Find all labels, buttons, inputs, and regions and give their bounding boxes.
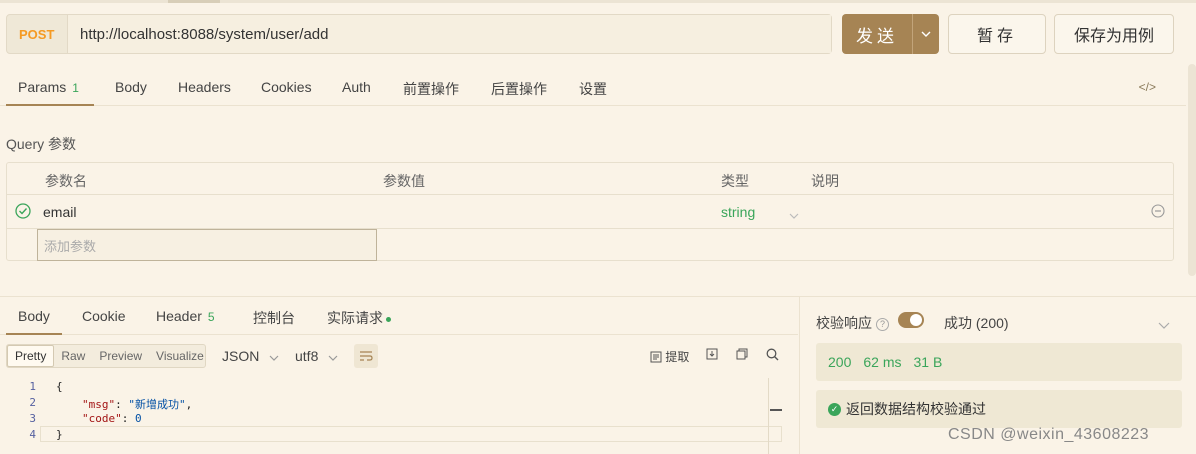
scrollbar[interactable] [1188,64,1196,276]
format-visualize[interactable]: Visualize [149,345,211,367]
code-line: "msg": "新增成功", [82,398,193,411]
code-line: { [56,380,63,393]
search-icon[interactable] [766,348,779,364]
send-button-label[interactable]: 发送 [842,14,912,54]
tab-response-header[interactable]: Header 5 [156,308,215,324]
tab-actual-request[interactable]: 实际请求 [327,308,391,328]
code-icon[interactable]: </> [1139,80,1156,94]
chevron-down-icon[interactable] [789,206,799,222]
line-number: 4 [29,428,36,441]
save-as-case-button[interactable]: 保存为用例 [1054,14,1174,54]
response-stats: 200 62 ms 31 B [816,343,1182,381]
download-icon[interactable] [706,348,718,363]
lang-select[interactable]: JSON [222,348,279,364]
code-line: } [56,428,63,441]
wrap-lines-icon[interactable] [354,344,378,368]
add-param-input[interactable]: 添加参数 [37,229,377,261]
table-row: email string [7,195,1173,229]
query-params-table: 参数名 参数值 类型 说明 email string 添加参数 [6,162,1174,261]
format-preview[interactable]: Preview [92,345,149,367]
url-bar: POST http://localhost:8088/system/user/a… [6,14,832,54]
active-tab-indicator [6,333,62,335]
top-strip [0,0,1196,3]
save-draft-button[interactable]: 暂存 [948,14,1046,54]
enabled-check-icon[interactable] [15,203,31,222]
format-pretty[interactable]: Pretty [7,345,55,367]
check-circle-icon: ✓ [828,402,841,416]
active-tab-indicator [6,104,94,106]
line-number: 2 [29,396,36,409]
help-icon[interactable]: ? [876,317,889,331]
panel-divider[interactable] [799,296,800,454]
format-switcher: Pretty Raw Preview Visualize [6,344,206,368]
col-param-value: 参数值 [383,173,425,189]
verify-status-select[interactable]: 成功 (200) [944,313,1009,333]
params-count-badge: 1 [72,81,79,95]
verify-toggle[interactable] [898,312,924,328]
status-code: 200 [828,354,852,370]
encoding-select[interactable]: utf8 [295,348,338,364]
status-dot [386,316,391,322]
tab-auth[interactable]: Auth [342,79,371,95]
col-type: 类型 [721,173,749,189]
tab-settings[interactable]: 设置 [579,79,607,99]
tab-console[interactable]: 控制台 [253,308,295,328]
response-size: 31 B [913,354,943,370]
param-name-cell[interactable]: email [43,204,76,220]
tab-body[interactable]: Body [115,79,147,95]
url-input[interactable]: http://localhost:8088/system/user/add [67,15,831,53]
tab-pre-operations[interactable]: 前置操作 [403,79,459,99]
query-params-title: Query 参数 [6,136,77,152]
request-tabs: Params 1 Body Headers Cookies Auth 前置操作 后… [0,66,1186,106]
copy-icon[interactable] [736,348,748,363]
editor-scrollbar[interactable] [768,378,782,454]
tab-post-operations[interactable]: 后置操作 [491,79,547,99]
chevron-down-icon[interactable] [1158,316,1170,332]
remove-row-icon[interactable] [1151,204,1165,221]
tab-cookies[interactable]: Cookies [261,79,312,95]
chevron-down-icon[interactable] [912,14,939,54]
param-type-select[interactable]: string [721,204,755,220]
format-raw[interactable]: Raw [54,345,92,367]
current-line-highlight [40,426,782,442]
send-button[interactable]: 发送 [842,14,939,54]
method-select[interactable]: POST [7,27,67,42]
line-number: 1 [29,380,36,393]
tab-params[interactable]: Params 1 [18,79,79,95]
tab-headers[interactable]: Headers [178,79,231,95]
table-header: 参数名 参数值 类型 说明 [7,163,1173,195]
verify-result: ✓ 返回数据结构校验通过 [816,390,1182,428]
watermark: CSDN @weixin_43608223 [948,426,1150,443]
response-time: 62 ms [863,354,902,370]
response-tabs: Body Cookie Header 5 控制台 实际请求 [0,297,798,335]
verify-response-label: 校验响应? [816,313,889,333]
code-line: "code": 0 [82,412,142,425]
extract-button[interactable]: 提取 [650,348,689,365]
tab-response-body[interactable]: Body [18,308,50,324]
tab-response-cookie[interactable]: Cookie [82,308,126,324]
verify-result-text: 返回数据结构校验通过 [846,401,986,417]
response-code-editor[interactable]: 1 { 2 "msg": "新增成功", 3 "code": 0 4 } [0,376,782,454]
line-number: 3 [29,412,36,425]
header-count-badge: 5 [207,310,215,324]
col-description: 说明 [811,173,839,189]
col-param-name: 参数名 [45,173,87,189]
